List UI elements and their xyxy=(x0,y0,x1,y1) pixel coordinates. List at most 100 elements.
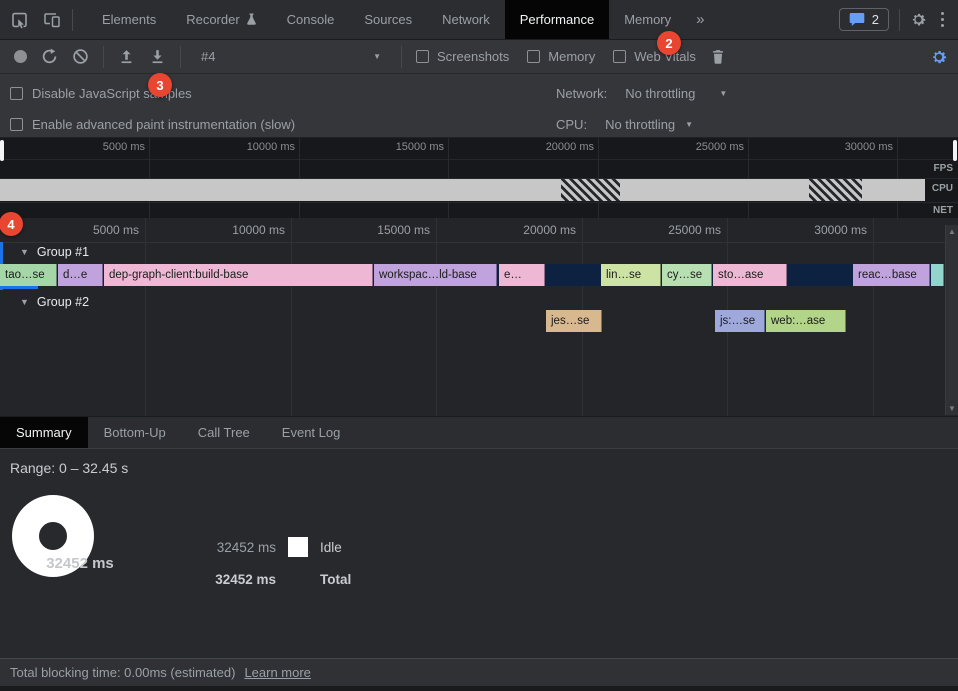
panel-tabs: Elements Recorder Console Sources NetworkPer… xyxy=(87,0,686,39)
flame-bar[interactable]: reac…base xyxy=(853,264,930,286)
triangle-down-icon: ▼ xyxy=(20,247,29,257)
total-blocking-time-bar: Total blocking time: 0.00ms (estimated) … xyxy=(0,658,958,686)
cpu-lane-label: CPU xyxy=(928,182,957,195)
gridline xyxy=(873,218,874,416)
legend-value: 32452 ms xyxy=(204,540,276,555)
flame-bar[interactable]: d…e xyxy=(58,264,103,286)
tab-recorder[interactable]: Recorder xyxy=(171,0,271,39)
scroll-down-icon[interactable]: ▼ xyxy=(948,404,956,413)
legend-row: 32452 msTotal xyxy=(204,567,351,591)
overview-left-handle[interactable] xyxy=(0,140,4,161)
settings-gear-icon[interactable] xyxy=(910,11,927,28)
ruler-tick-label: 10000 ms xyxy=(215,141,295,153)
web-vitals-checkbox[interactable] xyxy=(613,50,626,63)
net-lane-label: NET xyxy=(929,204,957,217)
device-toolbar-icon[interactable] xyxy=(42,10,62,30)
flame-chart[interactable]: ▼ Group #1 ▼ Group #2 ▲ ▼ 5000 ms 10000 m… xyxy=(0,218,958,416)
kebab-menu-icon[interactable] xyxy=(937,12,948,27)
tab-sources[interactable]: Sources xyxy=(349,0,427,39)
devtools-tabbar: Elements Recorder Console Sources NetworkPer… xyxy=(0,0,958,40)
tab-network[interactable]: Network xyxy=(427,0,505,39)
flame-bar[interactable]: lin…se xyxy=(601,264,661,286)
gridline xyxy=(748,138,749,218)
gridline xyxy=(291,218,292,416)
memory-checkbox[interactable] xyxy=(527,50,540,63)
cpu-throttling-label: CPU: xyxy=(556,117,587,132)
group2-label: Group #2 xyxy=(37,295,89,309)
tab-event-log[interactable]: Event Log xyxy=(266,417,357,448)
cpu-throttling-select[interactable]: No throttling xyxy=(605,117,675,132)
summary-pane: Range: 0 – 32.45 s 32452 ms 32452 ms Idle… xyxy=(0,448,958,658)
group1-header[interactable]: ▼ Group #1 xyxy=(20,245,89,259)
overview-right-handle[interactable] xyxy=(953,140,957,161)
total-blocking-time-text: Total blocking time: 0.00ms (estimated) xyxy=(10,665,235,680)
disable-js-samples-checkbox[interactable] xyxy=(10,87,23,100)
group2-header[interactable]: ▼ Group #2 xyxy=(20,295,89,309)
ruler-tick-label: 15000 ms xyxy=(340,223,430,237)
divider xyxy=(180,46,181,68)
tab-console[interactable]: Console xyxy=(272,0,350,39)
gridline xyxy=(598,138,599,218)
range-label: Range: 0 – 32.45 s xyxy=(10,460,128,476)
capture-options: Screenshots Memory Web Vitals xyxy=(416,49,696,64)
screenshots-label: Screenshots xyxy=(437,49,509,64)
capture-option-memory: Memory xyxy=(527,49,595,64)
vertical-scrollbar[interactable]: ▲ ▼ xyxy=(945,225,958,415)
flame-bar[interactable]: workspac…ld-base xyxy=(374,264,497,286)
legend-row: 32452 ms Idle xyxy=(204,535,351,559)
paint-instrumentation-checkbox[interactable] xyxy=(10,118,23,131)
profile-history-select[interactable]: #4 ▼ xyxy=(195,49,387,64)
flame-bar[interactable] xyxy=(931,264,944,286)
screenshots-checkbox[interactable] xyxy=(416,50,429,63)
flame-bar[interactable]: js:…se xyxy=(715,310,765,332)
details-tabbar: SummaryBottom-UpCall TreeEvent Log xyxy=(0,416,958,448)
tab-bottom-up[interactable]: Bottom-Up xyxy=(88,417,182,448)
inspect-element-icon[interactable] xyxy=(10,10,30,30)
legend-label: Idle xyxy=(320,540,342,555)
tab-label: Console xyxy=(287,12,335,27)
flame-bar[interactable]: web:…ase xyxy=(766,310,846,332)
tab-elements[interactable]: Elements xyxy=(87,0,171,39)
scroll-up-icon[interactable]: ▲ xyxy=(948,227,956,236)
flame-bar[interactable]: dep-graph-client:build-base xyxy=(104,264,373,286)
flame-bar[interactable]: jes…se xyxy=(546,310,602,332)
network-throttling-row: Network: No throttling ▼ xyxy=(556,79,727,107)
tab-summary[interactable]: Summary xyxy=(0,417,88,448)
tab-label: Elements xyxy=(102,12,156,27)
flame-bar[interactable]: sto…ase xyxy=(713,264,787,286)
ruler-tick-label: 10000 ms xyxy=(195,223,285,237)
issues-counter[interactable]: 2 xyxy=(839,8,889,31)
tab-performance[interactable]: Performance xyxy=(505,0,609,39)
divider xyxy=(0,202,958,203)
network-throttling-select[interactable]: No throttling xyxy=(625,86,695,101)
divider xyxy=(899,9,900,31)
capture-settings-gear-icon[interactable] xyxy=(930,48,948,66)
divider xyxy=(0,159,958,160)
flame-bar[interactable]: tao…se xyxy=(0,264,57,286)
flame-bar[interactable]: e… xyxy=(499,264,545,286)
ruler-tick-label: 25000 ms xyxy=(664,141,744,153)
ruler-tick-label: 5000 ms xyxy=(49,223,139,237)
message-bubble-icon xyxy=(849,12,865,27)
capture-option-web-vitals: Web Vitals xyxy=(613,49,696,64)
tab-call-tree[interactable]: Call Tree xyxy=(182,417,266,448)
timeline-overview[interactable]: FPS CPU NET 5000 ms10000 ms15000 ms20000… xyxy=(0,138,958,218)
tab-label: Sources xyxy=(364,12,412,27)
record-button[interactable] xyxy=(14,50,27,63)
devtools-window: Elements Recorder Console Sources NetworkPer… xyxy=(0,0,958,691)
triangle-down-icon: ▼ xyxy=(20,297,29,307)
flame-bar[interactable]: cy…se xyxy=(662,264,712,286)
more-tabs-button[interactable]: » xyxy=(686,11,714,28)
save-profile-icon[interactable] xyxy=(149,48,166,65)
annotation-badge-4: 4 xyxy=(0,212,23,236)
window-bottom-edge xyxy=(0,686,958,691)
legend-swatch xyxy=(288,537,308,557)
ruler-tick-label: 15000 ms xyxy=(364,141,444,153)
reload-and-record-icon[interactable] xyxy=(41,48,58,65)
clear-icon[interactable] xyxy=(72,48,89,65)
trash-icon[interactable] xyxy=(710,48,726,65)
ruler-tick-label: 5000 ms xyxy=(65,141,145,153)
load-profile-icon[interactable] xyxy=(118,48,135,65)
learn-more-link[interactable]: Learn more xyxy=(244,665,310,680)
gridline xyxy=(145,218,146,416)
